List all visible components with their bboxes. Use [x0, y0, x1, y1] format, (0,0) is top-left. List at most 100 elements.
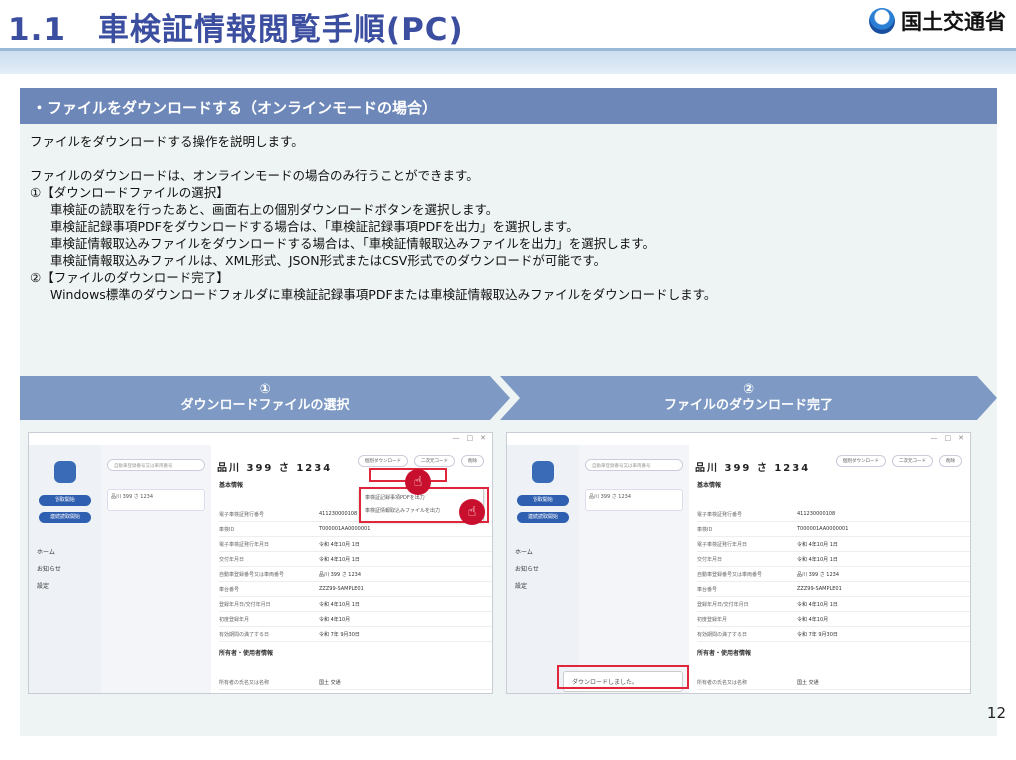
row-key: 所有者の氏名又は名称	[697, 679, 748, 686]
owner-rows: 所有者の氏名又は名称 国土 交通	[689, 675, 970, 690]
row-key: 所有者の氏名又は名称	[219, 679, 270, 686]
row-value: T000001AA0000001	[797, 526, 849, 532]
row-key: 車検ID	[697, 526, 713, 533]
row-key: 電子車検証発行番号	[697, 511, 743, 518]
ministry-logo: 国土交通省	[869, 6, 1006, 36]
step1-title: ①【ダウンロードファイルの選択】	[30, 185, 229, 200]
owner-rows: 所有者の氏名又は名称 国土 交通	[211, 675, 492, 690]
row-key: 車台番号	[697, 586, 718, 593]
toast-highlight	[557, 665, 689, 689]
list-item-plate: 品川 399 さ 1234	[589, 494, 632, 500]
table-row: 交付年月日 令和 4年10月 1日	[219, 552, 492, 567]
delete-button[interactable]: 削除	[939, 455, 962, 467]
app-screenshot-select: — □ ✕ 읽取開始 連続読取開始 ホーム お知らせ 設定 自動車登録番号又は車…	[28, 432, 493, 694]
row-value: T000001AA0000001	[319, 526, 371, 532]
row-value: ZZZ99-SAMPLE01	[319, 586, 364, 592]
section-basic-info: 基本情報	[697, 482, 722, 489]
table-row: 所有者の氏名又は名称 国土 交通	[697, 675, 970, 690]
info-rows: 電子車検証発行番号 411230000108 車検ID T000001AA00000…	[211, 507, 492, 642]
table-row: 初度登録年月 令和 4年10月	[697, 612, 970, 627]
row-value: 令和 4年10月	[797, 616, 829, 623]
list-item[interactable]: 品川 399 さ 1234	[585, 489, 683, 511]
table-row: 車台番号 ZZZ99-SAMPLE01	[219, 582, 492, 597]
note-text: ファイルのダウンロードは、オンラインモードの場合のみ行うことができます。	[30, 168, 479, 183]
nav-settings[interactable]: 設定	[507, 577, 579, 594]
table-row: 電子車検証発行年月日 令和 4年10月 1日	[219, 537, 492, 552]
step1-line: 車検証記録事項PDFをダウンロードする場合は、「車検証記録事項PDFを出力」を選…	[50, 219, 579, 234]
flow-steps: ① ダウンロードファイルの選択 ② ファイルのダウンロード完了	[20, 376, 997, 420]
header-band	[0, 48, 1016, 74]
delete-button[interactable]: 削除	[461, 455, 484, 467]
row-key: 交付年月日	[697, 556, 723, 563]
row-key: 登録年月日/交付年月日	[697, 601, 749, 608]
section-owner-info: 所有者・使用者情報	[697, 650, 752, 657]
header-band-line	[0, 48, 1016, 51]
qr-button[interactable]: 二次元コード	[414, 455, 455, 467]
step1-line: 車検証情報取込みファイルは、XML形式、JSON形式またはCSV形式でのダウンロ…	[50, 253, 607, 268]
info-rows: 電子車検証発行番号 411230000108 車検ID T000001AA00000…	[689, 507, 970, 642]
list-item[interactable]: 品川 399 さ 1234	[107, 489, 205, 511]
table-row: 車検ID T000001AA0000001	[219, 522, 492, 537]
step1-line: 車検証情報取込みファイルをダウンロードする場合は、「車検証情報取込みファイルを出…	[50, 236, 656, 251]
qr-button[interactable]: 二次元コード	[892, 455, 933, 467]
continuous-read-button[interactable]: 連続読取開始	[517, 512, 569, 523]
row-value: 令和 7年 9月30日	[797, 631, 838, 638]
nav-home[interactable]: ホーム	[507, 543, 579, 560]
table-row: 交付年月日 令和 4年10月 1日	[697, 552, 970, 567]
row-key: 自動車登録番号又は車両番号	[697, 571, 763, 578]
detail-pane: 品川 399 さ 1234 個別ダウンロード 二次元コード 削除 基本情報 電子…	[689, 445, 970, 693]
table-row: 車検ID T000001AA0000001	[697, 522, 970, 537]
record-list: 自動車登録番号又は車両番号 品川 399 さ 1234	[101, 445, 211, 693]
list-item-plate: 品川 399 さ 1234	[111, 494, 154, 500]
table-row: 電子車検証発行年月日 令和 4年10月 1日	[697, 537, 970, 552]
table-row: 登録年月日/交付年月日 令和 4年10月 1日	[697, 597, 970, 612]
row-key: 電子車検証発行年月日	[697, 541, 748, 548]
section-owner-info: 所有者・使用者情報	[219, 650, 274, 657]
table-row: 車台番号 ZZZ99-SAMPLE01	[697, 582, 970, 597]
window-controls: — □ ✕	[930, 434, 964, 442]
search-input[interactable]: 自動車登録番号又は車両番号	[107, 459, 205, 471]
app-sidebar: 읽取開始 連続読取開始 ホーム お知らせ 設定	[29, 445, 101, 693]
row-key: 車台番号	[219, 586, 240, 593]
download-button[interactable]: 個別ダウンロード	[836, 455, 886, 467]
row-value: 411230000108	[319, 511, 358, 517]
table-row: 自動車登録番号又は車両番号 品川 399 さ 1234	[697, 567, 970, 582]
toolbar: 個別ダウンロード 二次元コード 削除	[836, 455, 962, 467]
nav-notice[interactable]: お知らせ	[29, 560, 101, 577]
flow-step-label: ファイルのダウンロード完了	[663, 398, 833, 413]
table-row: 登録年月日/交付年月日 令和 4年10月 1日	[219, 597, 492, 612]
row-value: 令和 4年10月 1日	[319, 601, 360, 608]
row-key: 電子車検証発行番号	[219, 511, 265, 518]
row-value: 令和 4年10月 1日	[797, 601, 838, 608]
flow-step-2: ② ファイルのダウンロード完了	[500, 376, 997, 420]
row-value: 国土 交通	[319, 679, 341, 686]
read-start-button[interactable]: 읽取開始	[39, 495, 91, 506]
row-value: 令和 4年10月 1日	[319, 556, 360, 563]
detail-pane: 品川 399 さ 1234 個別ダウンロード 二次元コード 削除 基本情報 電子…	[211, 445, 492, 693]
read-start-button[interactable]: 읽取開始	[517, 495, 569, 506]
app-car-icon	[532, 461, 554, 483]
flow-step-number: ②	[742, 382, 754, 397]
row-value: 411230000108	[797, 511, 836, 517]
search-input[interactable]: 自動車登録番号又は車両番号	[585, 459, 683, 471]
continuous-read-button[interactable]: 連続読取開始	[39, 512, 91, 523]
page-number: 12	[986, 704, 1006, 722]
download-button[interactable]: 個別ダウンロード	[358, 455, 408, 467]
nav-notice[interactable]: お知らせ	[507, 560, 579, 577]
instructions: ファイルをダウンロードする操作を説明します。 ファイルのダウンロードは、オンライ…	[20, 124, 997, 303]
flow-step-label: ダウンロードファイルの選択	[180, 398, 350, 413]
table-row: 電子車検証発行番号 411230000108	[697, 507, 970, 522]
app-sidebar: 읽取開始 連続読取開始 ホーム お知らせ 設定	[507, 445, 579, 693]
cursor-hand-icon: ☝	[405, 469, 431, 495]
row-key: 交付年月日	[219, 556, 245, 563]
toolbar: 個別ダウンロード 二次元コード 削除	[358, 455, 484, 467]
step2-line: Windows標準のダウンロードフォルダに車検証記録事項PDFまたは車検証情報取…	[50, 287, 717, 302]
nav-settings[interactable]: 設定	[29, 577, 101, 594]
flow-step-number: ①	[259, 382, 271, 397]
window-controls: — □ ✕	[452, 434, 486, 442]
nav-home[interactable]: ホーム	[29, 543, 101, 560]
table-row: 初度登録年月 令和 4年10月	[219, 612, 492, 627]
row-key: 電子車検証発行年月日	[219, 541, 270, 548]
row-key: 自動車登録番号又は車両番号	[219, 571, 285, 578]
